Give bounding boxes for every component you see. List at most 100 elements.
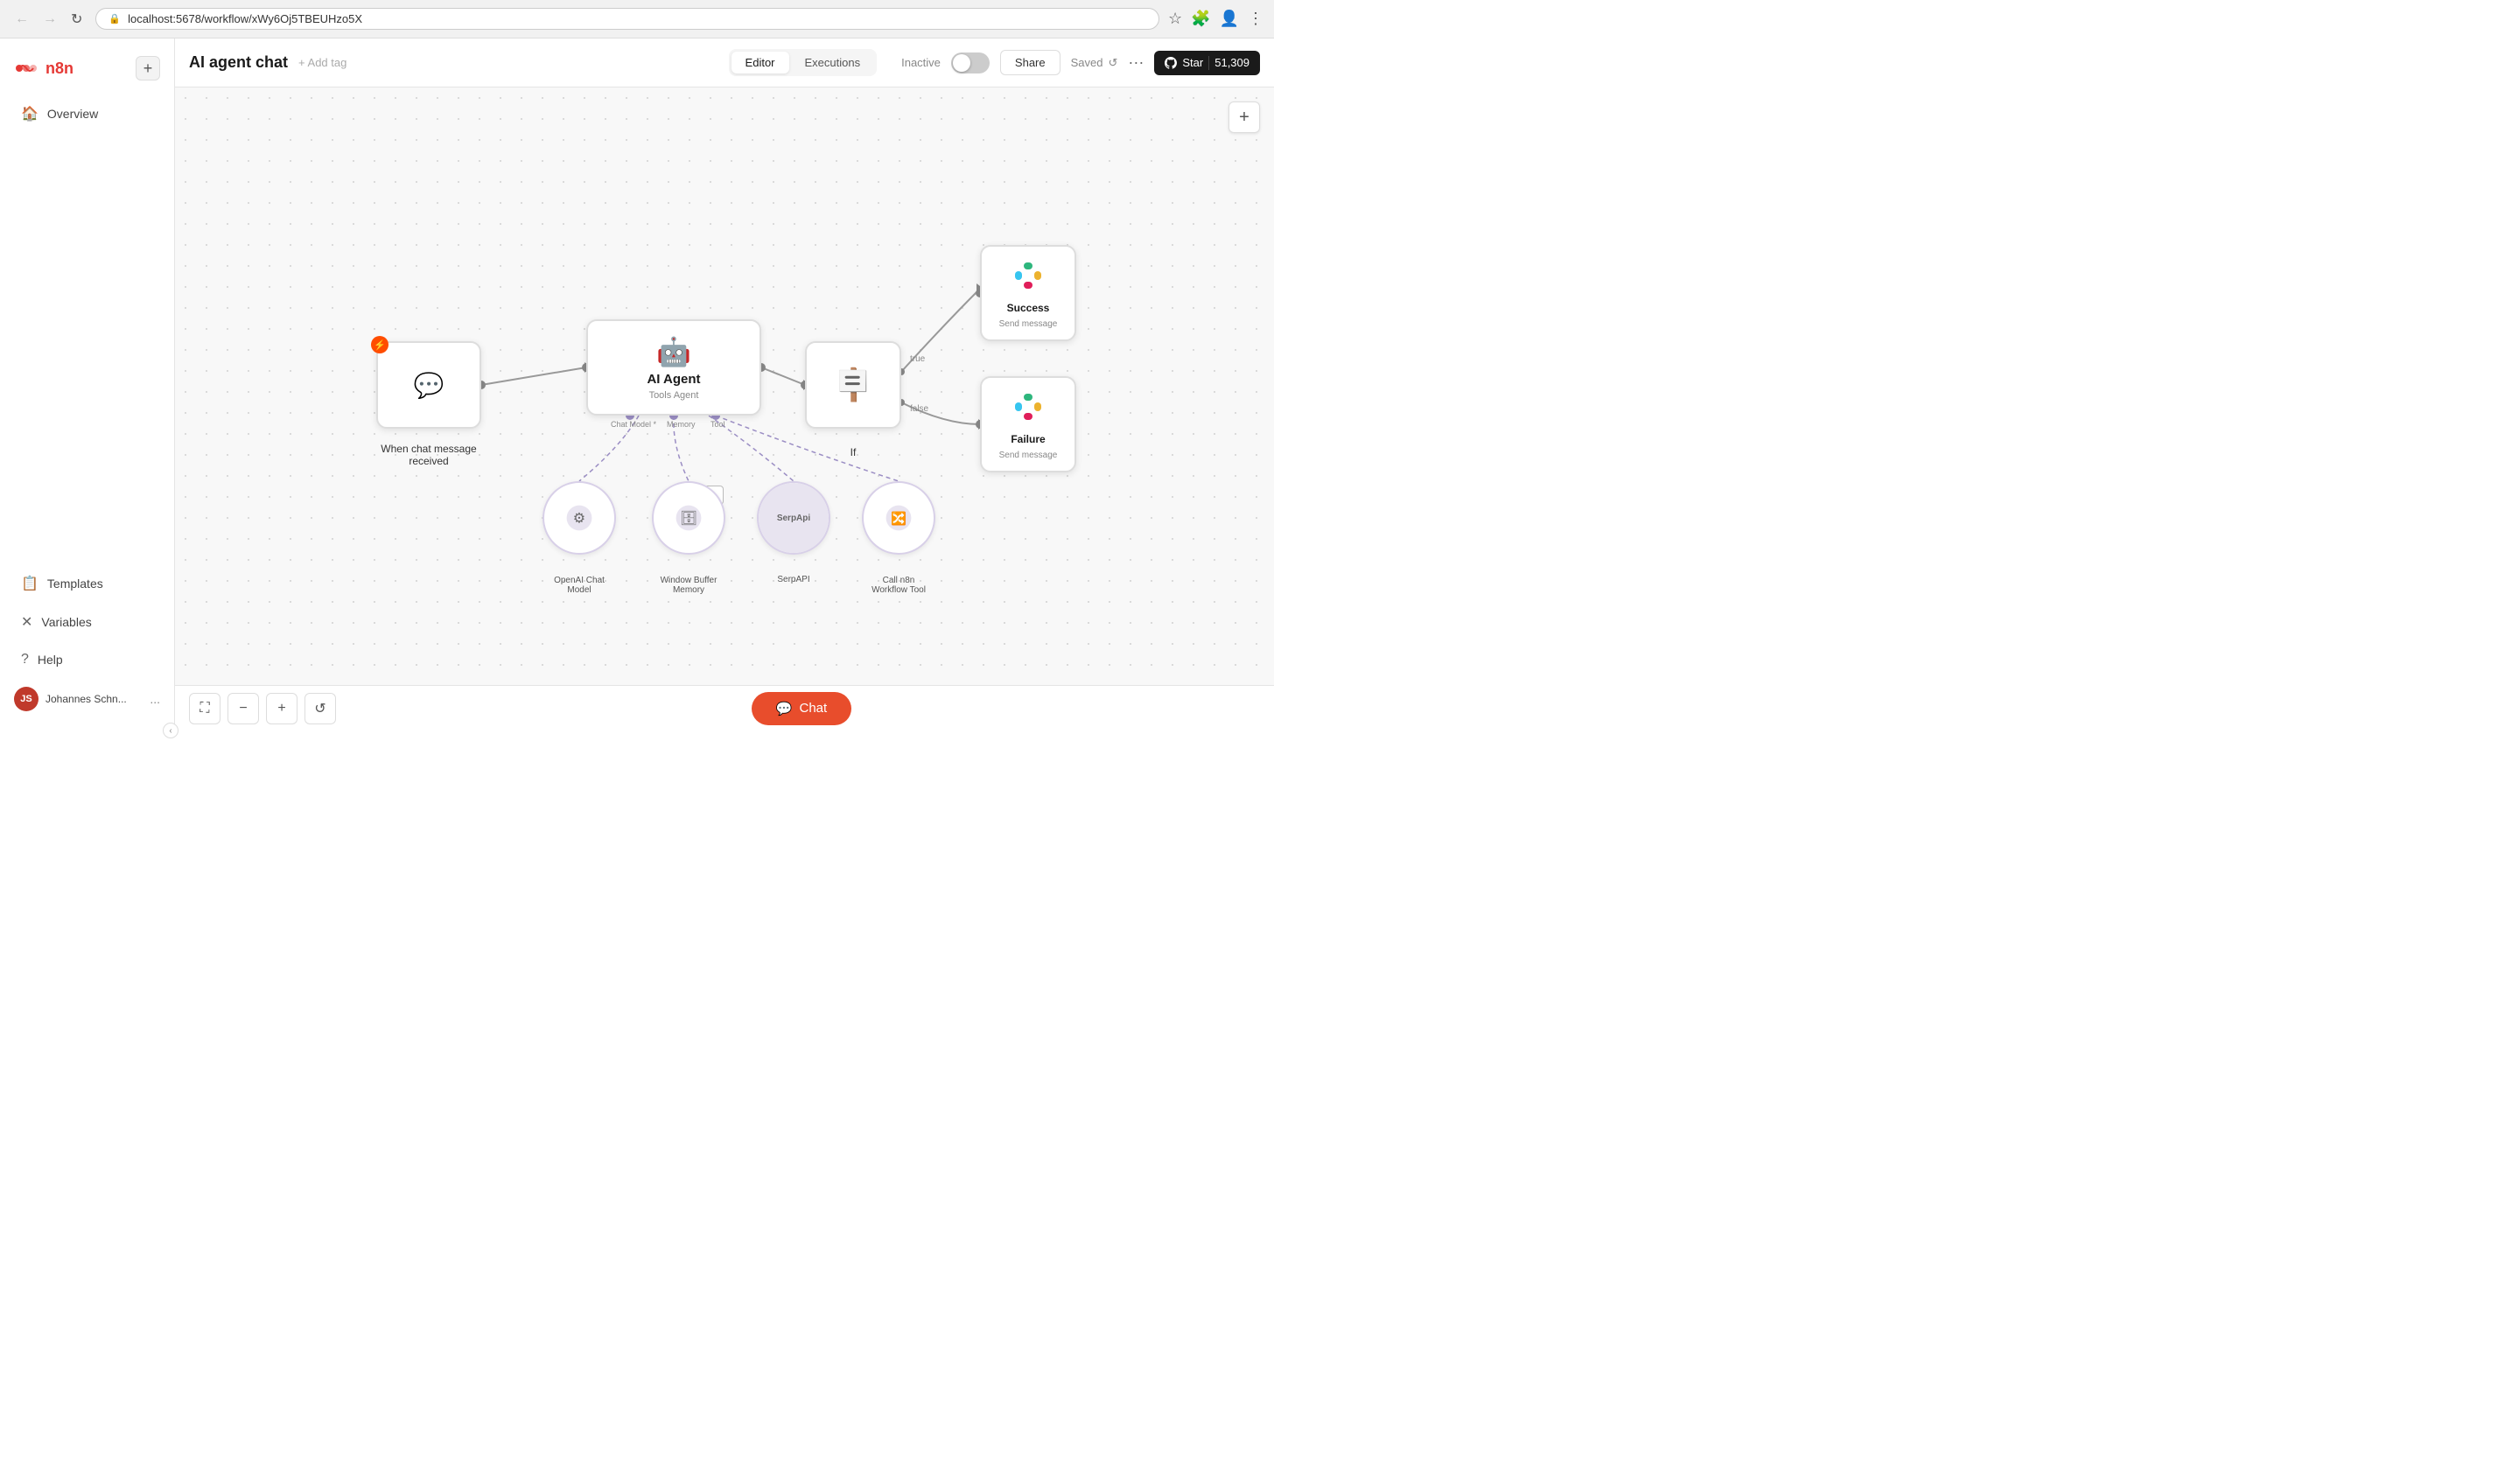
github-icon (1165, 57, 1177, 69)
menu-icon[interactable]: ⋮ (1248, 10, 1264, 28)
app-layout: n8n + 🏠 Overview 📋 Templates ✕ Variables… (0, 38, 1274, 730)
n8n-logo-icon (14, 56, 38, 80)
back-button[interactable]: ← (10, 10, 33, 29)
bottombar: ⛶ − + ↺ 💬 Chat (175, 685, 1274, 730)
topbar: AI agent chat + Add tag Editor Execution… (175, 38, 1274, 87)
slack-failure-subtitle: Send message (999, 451, 1058, 460)
if-node[interactable]: 🪧 If (805, 341, 901, 429)
sidebar-item-overview[interactable]: 🏠 Overview (7, 96, 167, 131)
svg-text:Chat Model *: Chat Model * (611, 420, 657, 429)
browser-chrome: ← → ↻ 🔒 localhost:5678/workflow/xWy6Oj5T… (0, 0, 1274, 38)
trigger-node-label: When chat message received (381, 443, 476, 467)
saved-label: Saved ↺ (1071, 56, 1118, 70)
zoom-in-button[interactable]: + (266, 693, 298, 724)
tab-executions[interactable]: Executions (791, 52, 875, 73)
slack-success-subtitle: Send message (999, 319, 1058, 329)
svg-text:🗄: 🗄 (680, 510, 698, 526)
chat-bubble-icon: 💬 (414, 371, 444, 400)
lock-icon: 🔒 (108, 13, 121, 24)
trigger-node[interactable]: ⚡ 💬 When chat message received (376, 341, 481, 429)
workflow-tool-node[interactable]: 🔀 Call n8n Workflow Tool (862, 481, 935, 555)
fit-view-button[interactable]: ⛶ (189, 693, 220, 724)
serp-icon: SerpApi (759, 483, 829, 553)
chat-icon: 💬 (776, 701, 793, 717)
chat-label: Chat (800, 701, 828, 716)
main-content: AI agent chat + Add tag Editor Execution… (175, 38, 1274, 730)
canvas-zoom-in-button[interactable]: + (1228, 101, 1260, 133)
home-icon: 🏠 (21, 105, 38, 122)
ai-agent-node[interactable]: 🤖 AI Agent Tools Agent (586, 319, 761, 416)
signpost-icon: 🪧 (834, 367, 873, 403)
memory-icon: 🗄 (673, 502, 704, 534)
user-initials: JS (20, 694, 32, 704)
ai-agent-title: AI Agent (647, 372, 700, 387)
github-star-button[interactable]: Star 51,309 (1154, 51, 1260, 75)
slack-success-icon (1011, 258, 1046, 293)
openai-icon: ⚙ (564, 502, 595, 534)
profile-icon[interactable]: 👤 (1220, 10, 1239, 28)
svg-text:🔀: 🔀 (891, 510, 906, 526)
memory-label: Window Buffer Memory (661, 576, 718, 595)
sidebar-user[interactable]: JS Johannes Schn... ... (0, 678, 174, 720)
sidebar-item-templates[interactable]: 📋 Templates (7, 566, 167, 601)
browser-nav: ← → ↻ (10, 9, 87, 30)
workflow-tool-icon: 🔀 (883, 502, 914, 534)
ai-agent-subtitle: Tools Agent (649, 390, 699, 401)
svg-text:false: false (910, 404, 929, 414)
serp-label: SerpAPI (777, 575, 809, 584)
star-count: 51,309 (1214, 56, 1250, 69)
openai-label: OpenAI Chat Model (554, 576, 605, 595)
extensions-icon[interactable]: 🧩 (1191, 10, 1210, 28)
workflow-canvas[interactable]: + (175, 87, 1274, 685)
sidebar-item-help[interactable]: ? Help (7, 643, 167, 676)
add-tag-button[interactable]: + Add tag (298, 56, 346, 69)
user-name: Johannes Schn... (46, 693, 143, 705)
reset-view-button[interactable]: ↺ (304, 693, 336, 724)
slack-failure-title: Failure (1011, 433, 1045, 445)
editor-tabs: Editor Executions (729, 49, 878, 76)
zoom-out-button[interactable]: − (228, 693, 259, 724)
serp-node[interactable]: SerpApi SerpAPI (757, 481, 830, 555)
toggle-knob (953, 54, 970, 72)
sidebar-label-help: Help (38, 653, 63, 667)
chat-button[interactable]: 💬 Chat (752, 692, 851, 725)
templates-icon: 📋 (21, 575, 38, 592)
bookmark-icon[interactable]: ☆ (1168, 10, 1182, 28)
if-node-label: If (850, 446, 857, 458)
workflow-title: AI agent chat (189, 53, 288, 72)
memory-node[interactable]: 🗄 Window Buffer Memory (652, 481, 725, 555)
workflow-tool-label: Call n8n Workflow Tool (872, 576, 926, 595)
sidebar-item-variables[interactable]: ✕ Variables (7, 605, 167, 640)
sidebar: n8n + 🏠 Overview 📋 Templates ✕ Variables… (0, 38, 175, 730)
user-more-icon[interactable]: ... (150, 692, 160, 706)
star-label: Star (1182, 56, 1203, 69)
tab-editor[interactable]: Editor (732, 52, 789, 73)
forward-button[interactable]: → (38, 10, 61, 29)
slack-failure-node[interactable]: Failure Send message (980, 376, 1076, 472)
reload-button[interactable]: ↻ (66, 9, 87, 30)
status-label: Inactive (901, 56, 941, 69)
address-bar[interactable]: 🔒 localhost:5678/workflow/xWy6Oj5TBEUHzo… (95, 8, 1159, 30)
url-text: localhost:5678/workflow/xWy6Oj5TBEUHzo5X (128, 12, 362, 25)
openai-node[interactable]: ⚙ OpenAI Chat Model (542, 481, 616, 555)
svg-text:Tool: Tool (710, 420, 725, 429)
slack-success-node[interactable]: Success Send message (980, 245, 1076, 341)
svg-text:Memory: Memory (667, 420, 696, 429)
svg-text:true: true (910, 354, 926, 364)
variables-icon: ✕ (21, 613, 32, 631)
slack-success-title: Success (1007, 302, 1050, 314)
sidebar-collapse-button[interactable]: ‹ (163, 723, 178, 738)
history-icon[interactable]: ↺ (1109, 56, 1118, 70)
logo-text: n8n (46, 59, 74, 78)
robot-icon: 🤖 (656, 335, 691, 368)
help-icon: ? (21, 652, 29, 668)
sidebar-label-templates: Templates (47, 577, 103, 591)
sidebar-label-variables: Variables (41, 615, 91, 629)
lightning-icon: ⚡ (371, 336, 388, 353)
inactive-toggle[interactable] (951, 52, 990, 73)
topbar-more-button[interactable]: ··· (1128, 53, 1144, 72)
new-workflow-button[interactable]: + (136, 56, 160, 80)
user-avatar: JS (14, 687, 38, 711)
share-button[interactable]: Share (1000, 50, 1060, 75)
sidebar-label-overview: Overview (47, 107, 98, 121)
